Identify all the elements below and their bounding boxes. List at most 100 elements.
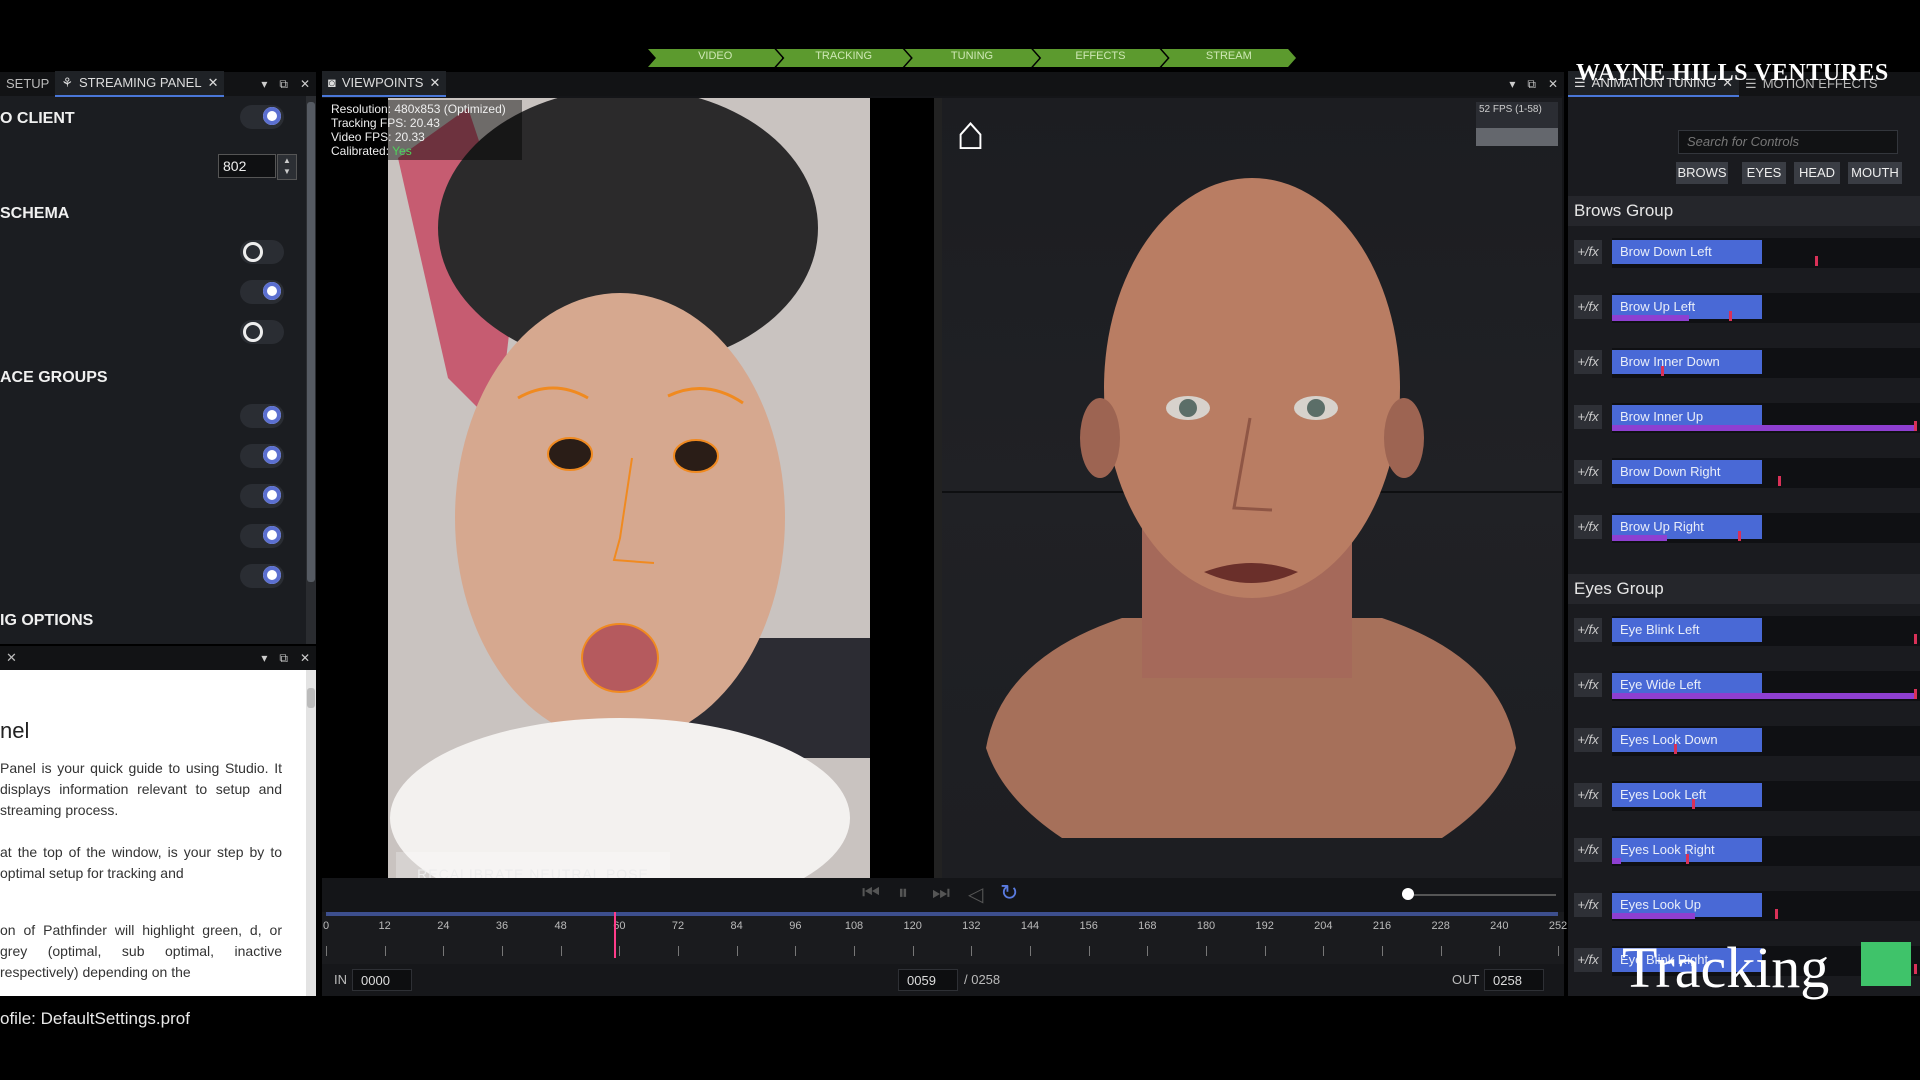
control-slider[interactable]: Eyes Look Right	[1612, 836, 1920, 866]
out-frame-input[interactable]: 0258	[1484, 969, 1544, 991]
webcam-image	[388, 98, 870, 878]
fx-button[interactable]: +/fx	[1574, 350, 1602, 374]
control-slider[interactable]: Brow Inner Down	[1612, 348, 1920, 378]
skip-start-icon[interactable]: ⏮	[862, 882, 880, 905]
chevron-down-icon[interactable]: ▾	[261, 651, 267, 666]
pathfinder-step-stream[interactable]: STREAM	[1162, 49, 1296, 67]
fx-button[interactable]: +/fx	[1574, 838, 1602, 862]
close-icon[interactable]: ✕	[300, 651, 310, 666]
help-paragraph: on of Pathfinder will highlight green, d…	[0, 922, 282, 980]
pathfinder-step-tracking[interactable]: TRACKING	[776, 49, 910, 67]
pathfinder-step-video[interactable]: VIDEO	[648, 49, 782, 67]
timeline-tick	[1440, 946, 1442, 956]
chevron-down-icon[interactable]: ▾	[1509, 77, 1515, 92]
loop-icon[interactable]: ↻	[1000, 880, 1018, 906]
playhead[interactable]	[614, 912, 617, 958]
watermark-bottom: Tracking	[1622, 935, 1830, 1000]
control-slider[interactable]: Brow Inner Up	[1612, 403, 1920, 433]
animation-tuning-panel: ☰ ANIMATION TUNING ✕ ☰ MOTION EFFECTS Se…	[1568, 71, 1920, 996]
close-icon[interactable]: ✕	[208, 71, 219, 95]
control-slider[interactable]: Brow Down Right	[1612, 458, 1920, 488]
float-icon[interactable]: ⧉	[279, 77, 288, 92]
group-header[interactable]: Brows Group	[1568, 196, 1920, 226]
home-icon[interactable]: ⌂	[956, 110, 985, 158]
fx-button[interactable]: +/fx	[1574, 295, 1602, 319]
fx-button[interactable]: +/fx	[1574, 240, 1602, 264]
schema-toggle-2[interactable]	[240, 280, 284, 304]
face-group-toggle-5[interactable]	[240, 564, 284, 588]
control-marker	[1913, 634, 1917, 644]
fx-button[interactable]: +/fx	[1574, 948, 1602, 972]
client-toggle[interactable]	[240, 105, 284, 129]
control-fill	[1612, 913, 1696, 919]
pause-icon[interactable]: ⏸	[898, 882, 908, 905]
control-slider[interactable]: Brow Down Left	[1612, 238, 1920, 268]
timeline-tick-label: 204	[1314, 920, 1333, 932]
control-fill	[1612, 315, 1689, 321]
float-icon[interactable]: ⧉	[279, 651, 288, 666]
zoom-slider[interactable]	[1402, 894, 1556, 896]
face-group-toggle-2[interactable]	[240, 444, 284, 468]
face-group-toggle-4[interactable]	[240, 524, 284, 548]
control-slider[interactable]: Eyes Look Up	[1612, 891, 1920, 921]
zoom-slider-handle[interactable]	[1402, 888, 1414, 900]
chevron-down-icon[interactable]: ▾	[261, 77, 267, 92]
schema-toggle-3[interactable]	[240, 320, 284, 344]
skip-end-icon[interactable]: ⏭	[932, 882, 950, 905]
schema-toggle-1[interactable]	[240, 240, 284, 264]
filter-head-button[interactable]: HEAD	[1794, 162, 1840, 184]
pathfinder-step-effects[interactable]: EFFECTS	[1033, 49, 1167, 67]
total-frames: / 0258	[964, 972, 1001, 987]
recalibrate-button[interactable]: RECALIBRATE NEUTRAL POSE	[396, 852, 670, 878]
close-icon[interactable]: ✕	[6, 646, 17, 670]
filter-eyes-button[interactable]: EYES	[1742, 162, 1786, 184]
tab-viewpoints[interactable]: ◙ VIEWPOINTS ✕	[322, 71, 447, 97]
port-input[interactable]: 802	[218, 154, 276, 178]
filter-mouth-button[interactable]: MOUTH	[1848, 162, 1902, 184]
in-frame-input[interactable]: 0000	[352, 969, 412, 991]
fx-button[interactable]: +/fx	[1574, 783, 1602, 807]
viewport-splitter[interactable]	[934, 98, 942, 878]
timeline-tick-label: 240	[1490, 920, 1509, 932]
face-group-toggle-3[interactable]	[240, 484, 284, 508]
controls-search-input[interactable]: Search for Controls	[1678, 130, 1898, 154]
help-tab[interactable]: ✕	[0, 646, 23, 670]
close-icon[interactable]: ✕	[1548, 77, 1558, 92]
camera-icon: ◙	[328, 75, 336, 90]
control-slider[interactable]: Eye Wide Left	[1612, 671, 1920, 701]
control-slider[interactable]: Eyes Look Left	[1612, 781, 1920, 811]
control-slider[interactable]: Brow Up Left	[1612, 293, 1920, 323]
control-slider[interactable]: Eyes Look Down	[1612, 726, 1920, 756]
video-stats: Resolution: 480x853 (Optimized) Tracking…	[326, 100, 522, 160]
fx-button[interactable]: +/fx	[1574, 460, 1602, 484]
group-header[interactable]: Eyes Group	[1568, 574, 1920, 604]
fx-button[interactable]: +/fx	[1574, 728, 1602, 752]
left-scrollbar-thumb[interactable]	[307, 102, 315, 582]
timeline-ruler[interactable]: 0 12 24 36 48 60 72 84 96 108 120 132 144 156 168 180 19…	[322, 912, 1567, 964]
help-scrollbar[interactable]	[306, 670, 316, 996]
fx-button[interactable]: +/fx	[1574, 673, 1602, 697]
float-icon[interactable]: ⧉	[1527, 77, 1536, 92]
tab-setup[interactable]: SETUP	[0, 72, 55, 96]
face-group-toggle-1[interactable]	[240, 404, 284, 428]
help-scrollbar-thumb[interactable]	[307, 688, 315, 708]
timeline-tick	[619, 946, 621, 956]
fx-button[interactable]: +/fx	[1574, 893, 1602, 917]
port-stepper[interactable]: ▲ ▼	[277, 154, 297, 180]
close-icon[interactable]: ✕	[429, 71, 440, 95]
left-scrollbar[interactable]	[306, 96, 316, 644]
timeline-tick-label: 144	[1020, 920, 1040, 932]
pathfinder-step-tuning[interactable]: TUNING	[905, 49, 1039, 67]
filter-brows-button[interactable]: BROWS	[1676, 162, 1728, 184]
control-marker	[1775, 909, 1779, 919]
tab-streaming-panel[interactable]: ⚘ STREAMING PANEL ✕	[55, 71, 225, 97]
current-frame-input[interactable]: 0059	[898, 969, 958, 991]
close-icon[interactable]: ✕	[300, 77, 310, 92]
fx-button[interactable]: +/fx	[1574, 618, 1602, 642]
fx-button[interactable]: +/fx	[1574, 515, 1602, 539]
step-back-icon[interactable]: ◁	[968, 882, 983, 907]
toggle-knob	[243, 322, 263, 342]
fx-button[interactable]: +/fx	[1574, 405, 1602, 429]
control-slider[interactable]: Brow Up Right	[1612, 513, 1920, 543]
control-slider[interactable]: Eye Blink Left	[1612, 616, 1920, 646]
